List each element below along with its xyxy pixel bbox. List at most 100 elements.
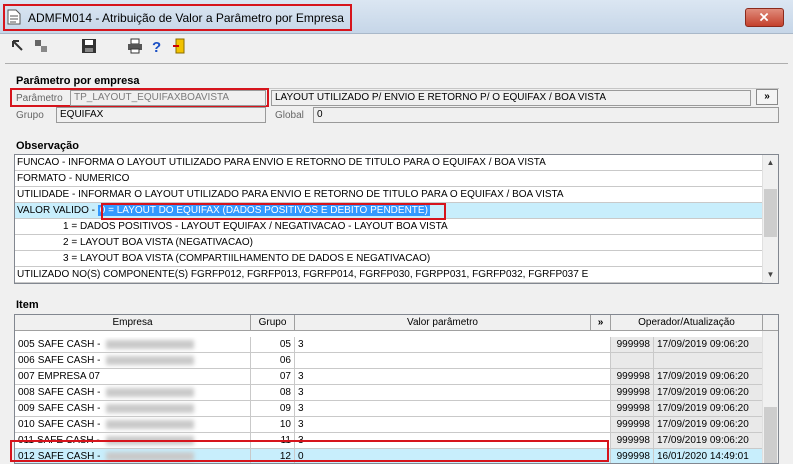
cell-operador: 999998 bbox=[611, 385, 654, 401]
cell-operador bbox=[611, 353, 654, 369]
cell-valor: 3 bbox=[295, 337, 611, 353]
empresa-name: SAFE CASH - bbox=[37, 355, 101, 366]
cell-grupo: 06 bbox=[251, 353, 295, 369]
obs-line: FUNCAO - INFORMA O LAYOUT UTILIZADO PARA… bbox=[15, 155, 763, 171]
cell-grupo: 09 bbox=[251, 401, 295, 417]
row-highlight-box bbox=[10, 440, 609, 462]
obs-line: UTILIDADE - INFORMAR O LAYOUT UTILIZADO … bbox=[15, 187, 763, 203]
cell-valor bbox=[295, 353, 611, 369]
redacted-text bbox=[106, 339, 195, 349]
title-bar: ADMFM014 - Atribuição de Valor a Parâmet… bbox=[0, 0, 793, 34]
valor-highlight-box bbox=[101, 203, 446, 220]
cell-operador: 999998 bbox=[611, 337, 654, 353]
param-field[interactable]: TP_LAYOUT_EQUIFAXBOAVISTA bbox=[70, 90, 266, 106]
cell-data: 17/09/2019 09:06:20 bbox=[654, 369, 763, 385]
obs-line: 1 = DADOS POSITIVOS - LAYOUT EQUIFAX / N… bbox=[15, 219, 763, 235]
empresa-name: SAFE CASH - bbox=[37, 339, 101, 350]
grupo-field: EQUIFAX bbox=[56, 107, 266, 123]
scroll-thumb[interactable] bbox=[764, 407, 777, 463]
table-row[interactable]: 008 SAFE CASH -08 3 999998 17/09/2019 09:06:… bbox=[15, 385, 763, 401]
empresa-name: SAFE CASH - bbox=[37, 419, 101, 430]
empresa-code: 010 bbox=[18, 419, 35, 430]
section-item: Item bbox=[16, 299, 39, 311]
cell-data: 17/09/2019 09:06:20 bbox=[654, 433, 763, 449]
cell-grupo: 10 bbox=[251, 417, 295, 433]
scroll-down-icon[interactable]: ▼ bbox=[763, 267, 778, 283]
cell-operador: 999998 bbox=[611, 417, 654, 433]
obs-scrollbar[interactable]: ▲ ▼ bbox=[762, 155, 778, 283]
empresa-code: 008 bbox=[18, 387, 35, 398]
exit-icon[interactable] bbox=[172, 38, 188, 54]
cell-operador: 999998 bbox=[611, 369, 654, 385]
cell-data bbox=[654, 353, 763, 369]
cell-empresa: 006 SAFE CASH - bbox=[15, 353, 251, 369]
redacted-text bbox=[106, 387, 195, 397]
doc-icon bbox=[7, 9, 21, 25]
cell-data: 16/01/2020 14:49:01 bbox=[654, 449, 763, 463]
svg-text:?: ? bbox=[152, 39, 161, 54]
valor-prefix: VALOR VALIDO - bbox=[17, 205, 95, 216]
col-more-button[interactable]: » bbox=[591, 315, 611, 331]
scroll-thumb[interactable] bbox=[764, 189, 777, 237]
table-row[interactable]: 010 SAFE CASH -10 3 999998 17/09/2019 09:06:… bbox=[15, 417, 763, 433]
arrow-icon[interactable] bbox=[10, 38, 26, 54]
grupo-label: Grupo bbox=[16, 110, 44, 121]
cell-data: 17/09/2019 09:06:20 bbox=[654, 401, 763, 417]
close-icon bbox=[759, 12, 769, 22]
cell-valor: 3 bbox=[295, 369, 611, 385]
separator bbox=[5, 63, 788, 64]
cell-grupo: 08 bbox=[251, 385, 295, 401]
grid-icon[interactable] bbox=[33, 38, 49, 54]
empresa-code: 005 bbox=[18, 339, 35, 350]
redacted-text bbox=[106, 403, 195, 413]
table-row[interactable]: 007 EMPRESA 07 07 3 999998 17/09/2019 09:06:2… bbox=[15, 369, 763, 385]
col-valor[interactable]: Valor parâmetro bbox=[295, 315, 591, 331]
grid-header: Empresa Grupo Valor parâmetro » Operador… bbox=[15, 315, 778, 331]
cell-data: 17/09/2019 09:06:20 bbox=[654, 337, 763, 353]
empresa-name: EMPRESA 07 bbox=[37, 371, 100, 382]
cell-grupo: 07 bbox=[251, 369, 295, 385]
cell-operador: 999998 bbox=[611, 401, 654, 417]
cell-data: 17/09/2019 09:06:20 bbox=[654, 385, 763, 401]
empresa-name: SAFE CASH - bbox=[37, 387, 101, 398]
help-icon[interactable]: ? bbox=[149, 38, 165, 54]
print-icon[interactable] bbox=[127, 38, 143, 54]
cell-valor: 3 bbox=[295, 417, 611, 433]
col-grupo[interactable]: Grupo bbox=[251, 315, 295, 331]
col-empresa[interactable]: Empresa bbox=[15, 315, 251, 331]
empresa-code: 007 bbox=[18, 371, 35, 382]
empresa-code: 006 bbox=[18, 355, 35, 366]
empresa-name: SAFE CASH - bbox=[37, 403, 101, 414]
param-desc-field: LAYOUT UTILIZADO P/ ENVIO E RETORNO P/ O… bbox=[271, 90, 751, 106]
col-operador[interactable]: Operador/Atualização bbox=[611, 315, 763, 331]
obs-line: 3 = LAYOUT BOA VISTA (COMPARTIILHAMENTO … bbox=[15, 251, 763, 267]
grid-scrollbar[interactable] bbox=[762, 331, 778, 463]
cell-empresa: 009 SAFE CASH - bbox=[15, 401, 251, 417]
cell-empresa: 007 EMPRESA 07 bbox=[15, 369, 251, 385]
param-more-button[interactable]: » bbox=[756, 89, 778, 105]
close-button[interactable] bbox=[745, 8, 784, 27]
redacted-text bbox=[106, 355, 195, 365]
table-row[interactable]: 009 SAFE CASH -09 3 999998 17/09/2019 09:06:… bbox=[15, 401, 763, 417]
scroll-up-icon[interactable]: ▲ bbox=[763, 155, 778, 171]
cell-valor: 3 bbox=[295, 385, 611, 401]
cell-empresa: 008 SAFE CASH - bbox=[15, 385, 251, 401]
table-row[interactable]: 005 SAFE CASH - 05 3 999998 17/09/2019 09:06:… bbox=[15, 337, 763, 353]
cell-operador: 999998 bbox=[611, 449, 654, 463]
table-row[interactable]: 006 SAFE CASH -06 bbox=[15, 353, 763, 369]
cell-valor: 3 bbox=[295, 401, 611, 417]
window-title: ADMFM014 - Atribuição de Valor a Parâmet… bbox=[28, 11, 344, 25]
cell-empresa: 010 SAFE CASH - bbox=[15, 417, 251, 433]
section-parametro: Parâmetro por empresa bbox=[16, 75, 140, 87]
cell-data: 17/09/2019 09:06:20 bbox=[654, 417, 763, 433]
section-observacao: Observação bbox=[16, 140, 79, 152]
cell-operador: 999998 bbox=[611, 433, 654, 449]
redacted-text bbox=[106, 419, 195, 429]
obs-line: UTILIZADO NO(S) COMPONENTE(S) FGRFP012, … bbox=[15, 267, 763, 283]
obs-line: 2 = LAYOUT BOA VISTA (NEGATIVACAO) bbox=[15, 235, 763, 251]
global-field: 0 bbox=[313, 107, 779, 123]
param-label: Parâmetro bbox=[16, 93, 63, 104]
save-icon[interactable] bbox=[81, 38, 97, 54]
cell-grupo: 05 bbox=[251, 337, 295, 353]
empresa-code: 009 bbox=[18, 403, 35, 414]
